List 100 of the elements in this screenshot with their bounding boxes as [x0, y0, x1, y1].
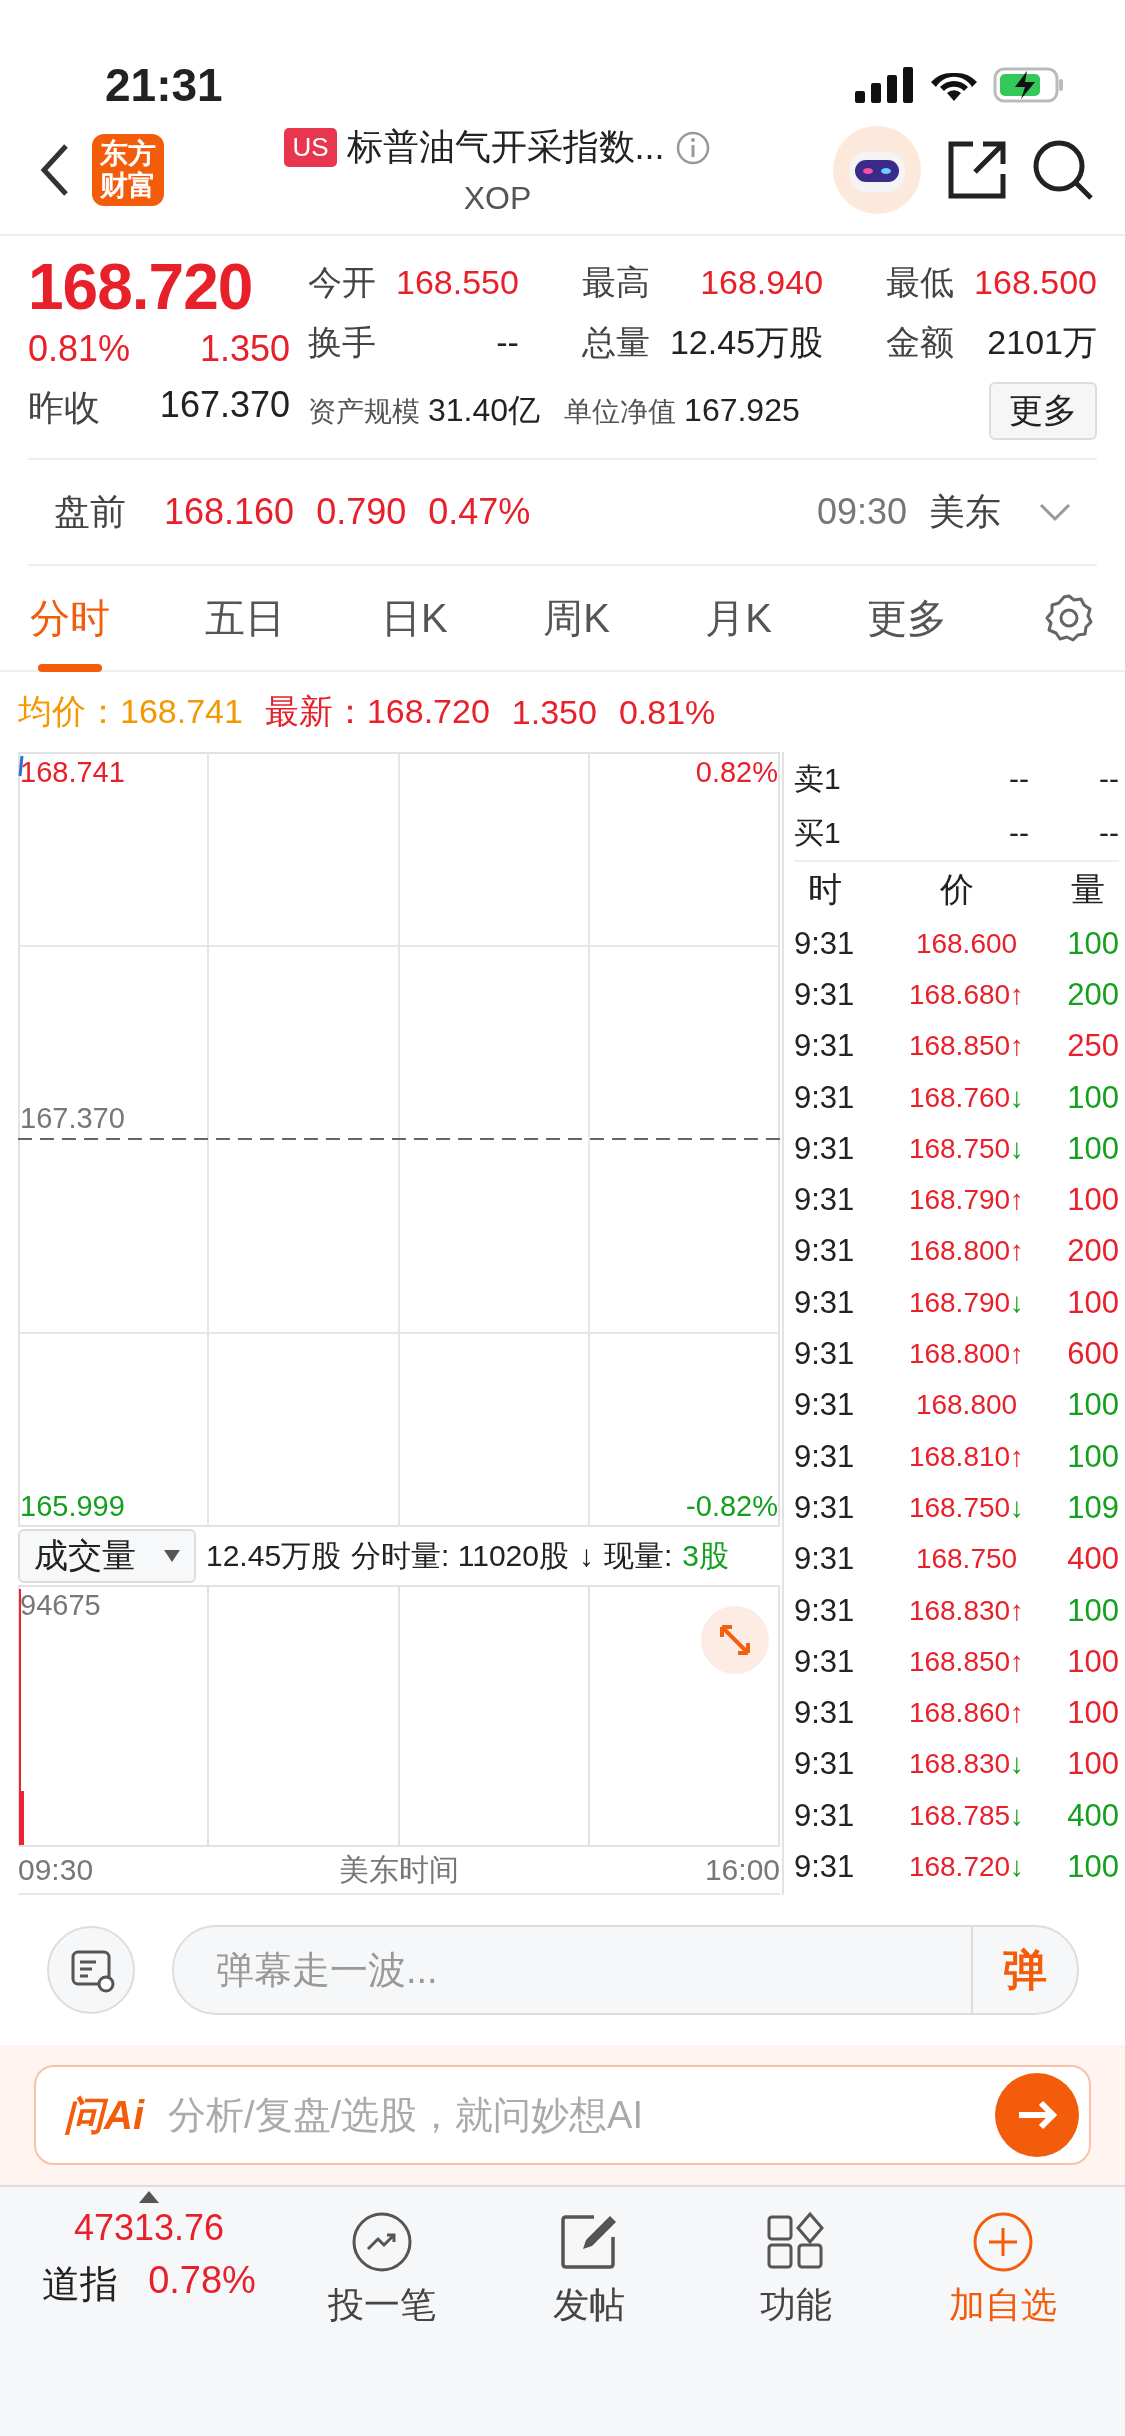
chart-tab[interactable]: 日K: [380, 582, 448, 672]
stat-label: 单位净值: [564, 394, 677, 429]
premarket-label: 盘前: [54, 489, 126, 534]
chart-tab[interactable]: 月K: [705, 582, 772, 672]
back-icon[interactable]: [40, 143, 70, 197]
nav-item[interactable]: 发帖: [490, 2191, 688, 2436]
more-button[interactable]: 更多: [989, 382, 1097, 440]
index-name[interactable]: 道指: [42, 2259, 119, 2310]
trade-volume: 109: [1066, 1489, 1119, 1526]
trade-volume: 100: [1066, 1849, 1119, 1885]
battery-icon: [993, 67, 1065, 103]
axis-label: 168.741: [20, 756, 125, 789]
latest-percent: 0.81%: [618, 692, 716, 732]
danmaku-settings-icon[interactable]: [46, 1925, 136, 2015]
trade-time: 9:31: [794, 1079, 856, 1116]
trade-time: 9:31: [794, 1336, 856, 1372]
chevron-down-icon[interactable]: [1039, 502, 1071, 522]
trade-price: 168.600: [914, 927, 1019, 960]
premarket-price: 168.160: [164, 491, 295, 533]
signal-icon: [855, 67, 915, 103]
stock-code: XOP: [463, 180, 532, 217]
trade-price: 168.800↑: [907, 1338, 1026, 1370]
trade-price: 168.850↑: [907, 1645, 1026, 1678]
caret-icon: [164, 1550, 180, 1562]
trade-time: 9:31: [794, 1182, 856, 1219]
trade-time: 9:31: [794, 1028, 856, 1065]
trade-price: 168.860↑: [907, 1697, 1026, 1730]
stat-label: 最低: [886, 262, 955, 303]
premarket-time: 09:30: [816, 491, 907, 533]
trade-volume: 100: [1066, 1438, 1119, 1475]
volume-arrow: ↓: [578, 1539, 594, 1573]
trade-volume: 600: [1066, 1336, 1119, 1372]
order-level: 卖1: [794, 760, 841, 797]
change-amount: 1.350: [199, 328, 290, 370]
time-label: 16:00: [704, 1853, 780, 1887]
column-header: 价: [939, 869, 974, 910]
stat-value: 168.550: [396, 263, 519, 302]
trade-price: 168.790↑: [907, 1184, 1026, 1217]
app-logo: 东方 财富: [92, 134, 164, 206]
stock-name: 标普油气开采指数...: [346, 125, 665, 169]
stat-value: 2101万: [987, 322, 1097, 363]
chart-tab[interactable]: 五日: [205, 582, 286, 672]
info-icon[interactable]: [674, 129, 711, 166]
arrow-right-icon[interactable]: [995, 2073, 1079, 2157]
stat-label: 最高: [581, 262, 650, 303]
trade-price: 168.680↑: [907, 978, 1026, 1011]
trade-price: 168.760↓: [907, 1081, 1026, 1114]
time-zone: 美东: [929, 489, 1001, 534]
trade-volume: 200: [1066, 976, 1119, 1013]
trade-volume: 100: [1066, 925, 1119, 962]
order-volume: --: [1099, 762, 1119, 796]
trade-time: 9:31: [794, 1643, 856, 1680]
stat-value: 168.500: [974, 263, 1097, 302]
trade-price: 168.810↑: [907, 1440, 1026, 1473]
trade-volume: 100: [1066, 1182, 1119, 1219]
trade-price: 168.750↓: [907, 1132, 1026, 1165]
axis-label: 167.370: [20, 1102, 125, 1135]
order-price: --: [1009, 816, 1029, 850]
trade-time: 9:31: [794, 1130, 856, 1167]
expand-icon[interactable]: [700, 1605, 770, 1675]
stat-label: 金额: [886, 322, 955, 363]
stat-label: 昨收: [28, 386, 100, 430]
trade-time: 9:31: [794, 1489, 856, 1526]
caret-up-icon: [139, 2191, 159, 2203]
index-percent[interactable]: 0.78%: [148, 2259, 256, 2310]
trend-icon: [351, 2211, 414, 2273]
trade-price: 168.720↓: [907, 1851, 1026, 1883]
trade-price: 168.750↓: [907, 1491, 1026, 1524]
stat-value: 167.925: [684, 391, 800, 429]
trade-price: 168.800↑: [907, 1235, 1026, 1268]
order-price: --: [1009, 762, 1029, 796]
change-percent: 0.81%: [28, 328, 131, 370]
latest-change: 1.350: [511, 692, 597, 732]
axis-label: -0.82%: [686, 1490, 778, 1523]
stat-value: 31.40亿: [428, 391, 541, 430]
trade-price: 168.830↑: [907, 1594, 1026, 1627]
search-icon[interactable]: [1031, 138, 1095, 202]
stat-value: 168.940: [700, 263, 824, 302]
axis-label: 0.82%: [695, 756, 778, 789]
trade-price: 168.850↑: [907, 1030, 1026, 1063]
index-value[interactable]: 47313.76: [73, 2207, 225, 2249]
chart-tab[interactable]: 周K: [543, 582, 610, 672]
column-header: 量: [1071, 869, 1105, 910]
last-price: 168.720: [28, 250, 254, 324]
nav-item[interactable]: 投一笔: [284, 2191, 481, 2436]
trade-time: 9:31: [794, 1695, 856, 1732]
trade-volume: 100: [1066, 1746, 1119, 1783]
trade-price: 168.785↓: [907, 1799, 1026, 1832]
trade-volume: 100: [1066, 1284, 1119, 1321]
trade-time: 9:31: [794, 1541, 856, 1578]
trade-time: 9:31: [794, 1592, 856, 1629]
chart-tab[interactable]: 更多: [867, 582, 948, 672]
robot-icon[interactable]: [831, 124, 923, 216]
trade-time: 9:31: [794, 1797, 856, 1834]
trade-volume: 100: [1066, 1387, 1119, 1424]
nav-item[interactable]: 功能: [697, 2191, 895, 2436]
trade-time: 9:31: [794, 1387, 856, 1424]
trade-time: 9:31: [794, 976, 856, 1013]
indicator-dropdown[interactable]: 成交量: [18, 1529, 196, 1583]
average-price: 均价：168.741: [18, 691, 243, 732]
